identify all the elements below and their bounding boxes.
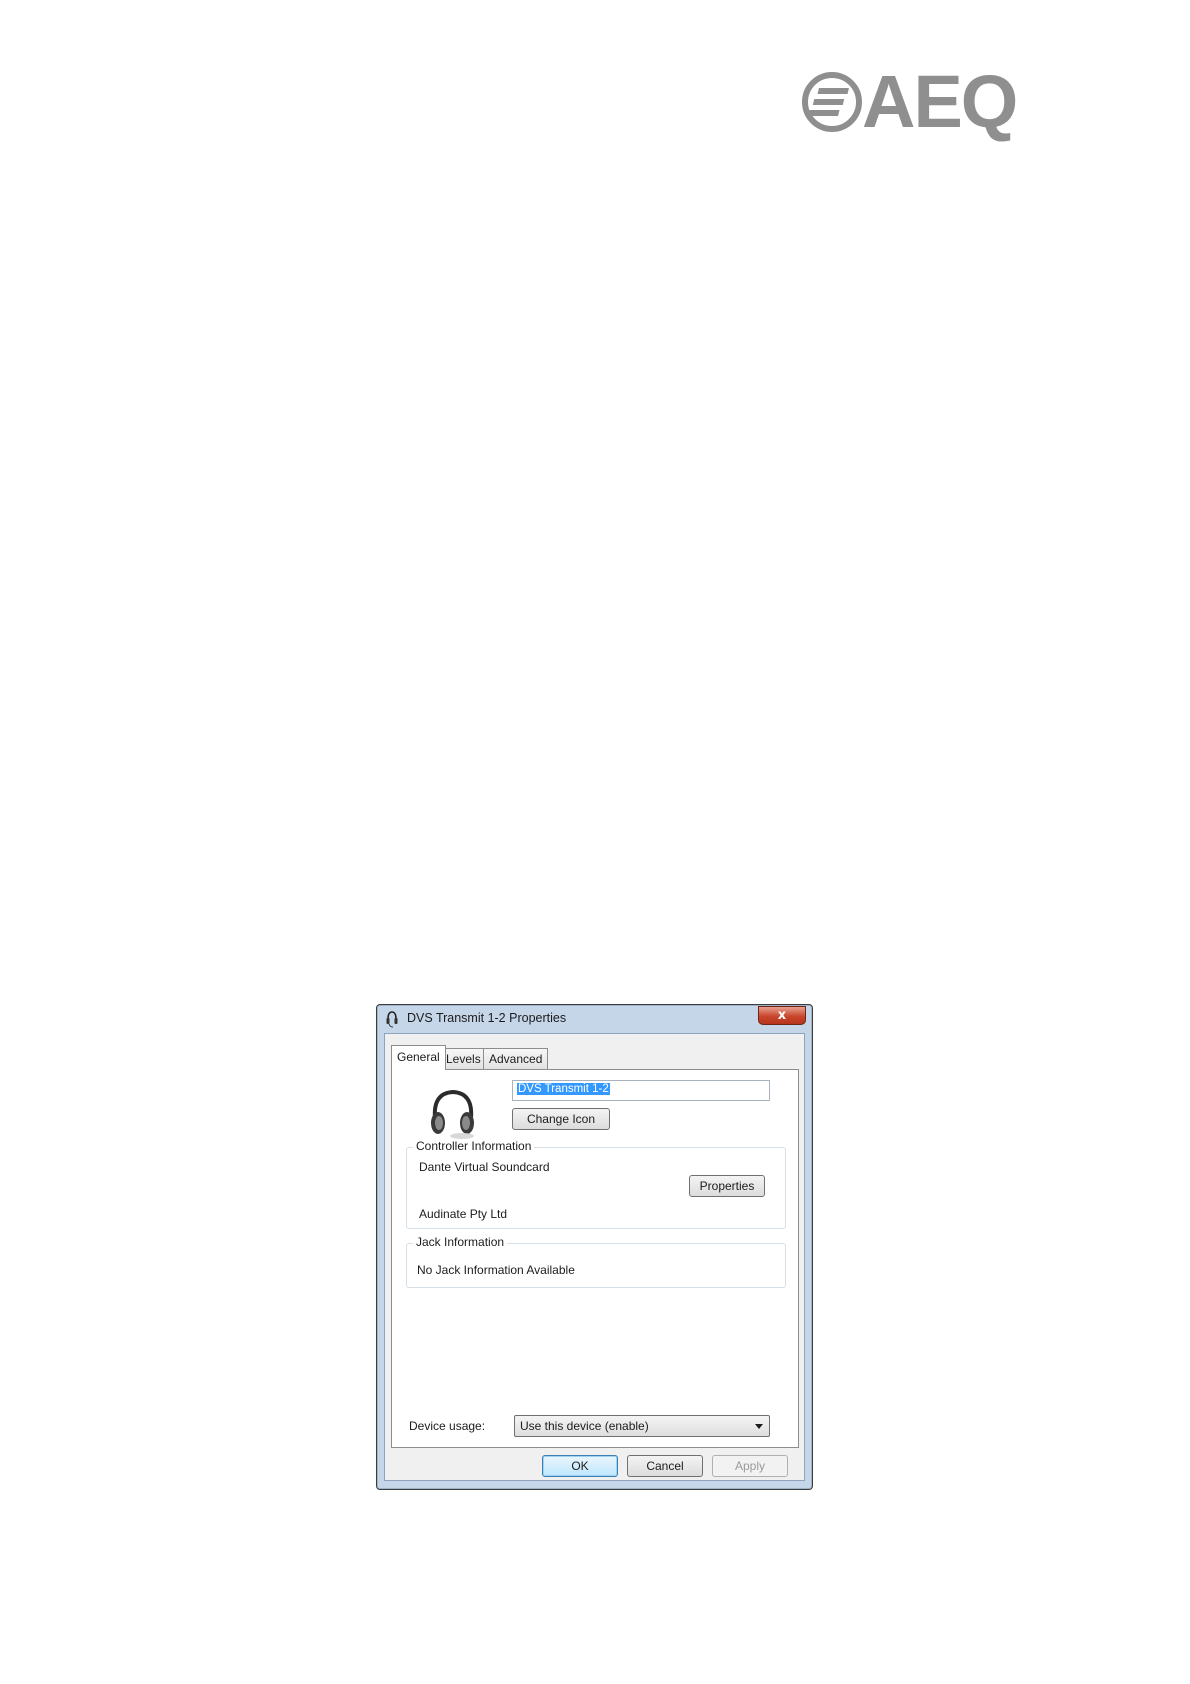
jack-information-group: Jack Information No Jack Information Ava…	[406, 1235, 786, 1288]
controller-information-title: Controller Information	[413, 1139, 535, 1153]
title-bar[interactable]: DVS Transmit 1-2 Properties x	[377, 1005, 812, 1033]
headset-icon	[386, 1011, 398, 1028]
device-usage-select[interactable]: Use this device (enable)	[514, 1415, 770, 1437]
device-usage-label: Device usage:	[409, 1419, 486, 1433]
ok-button[interactable]: OK	[542, 1455, 618, 1477]
tab-general[interactable]: General	[391, 1045, 446, 1070]
apply-button[interactable]: Apply	[712, 1455, 788, 1477]
close-button[interactable]: x	[758, 1006, 806, 1025]
window-title: DVS Transmit 1-2 Properties	[407, 1011, 567, 1025]
device-usage-value: Use this device (enable)	[520, 1419, 649, 1433]
device-name-selection: DVS Transmit 1-2	[517, 1083, 610, 1095]
cancel-button[interactable]: Cancel	[627, 1455, 703, 1477]
jack-information-text: No Jack Information Available	[417, 1263, 575, 1277]
general-tab-panel: DVS Transmit 1-2 Change Icon Controller …	[391, 1069, 799, 1448]
headphones-icon	[431, 1089, 474, 1139]
aeq-logo-text: AEQ	[862, 60, 1018, 143]
tab-advanced[interactable]: Advanced	[483, 1048, 549, 1069]
change-icon-button[interactable]: Change Icon	[512, 1108, 610, 1130]
properties-dialog: DVS Transmit 1-2 Properties x General Le…	[376, 1004, 813, 1490]
dialog-client-area: General Levels Advanced DVS Transmit 1-2…	[384, 1033, 805, 1481]
device-name-input[interactable]: DVS Transmit 1-2	[512, 1080, 770, 1101]
controller-properties-button[interactable]: Properties	[689, 1175, 765, 1197]
chevron-down-icon	[755, 1424, 763, 1429]
aeq-logo: AEQ	[800, 62, 1020, 142]
controller-name: Dante Virtual Soundcard	[419, 1160, 550, 1174]
controller-information-group: Controller Information Dante Virtual Sou…	[406, 1139, 786, 1229]
controller-vendor: Audinate Pty Ltd	[419, 1207, 508, 1221]
close-icon: x	[777, 1008, 787, 1023]
tab-levels[interactable]: Levels	[440, 1048, 487, 1069]
jack-information-title: Jack Information	[413, 1235, 508, 1249]
aeq-logo-mark	[802, 72, 862, 132]
